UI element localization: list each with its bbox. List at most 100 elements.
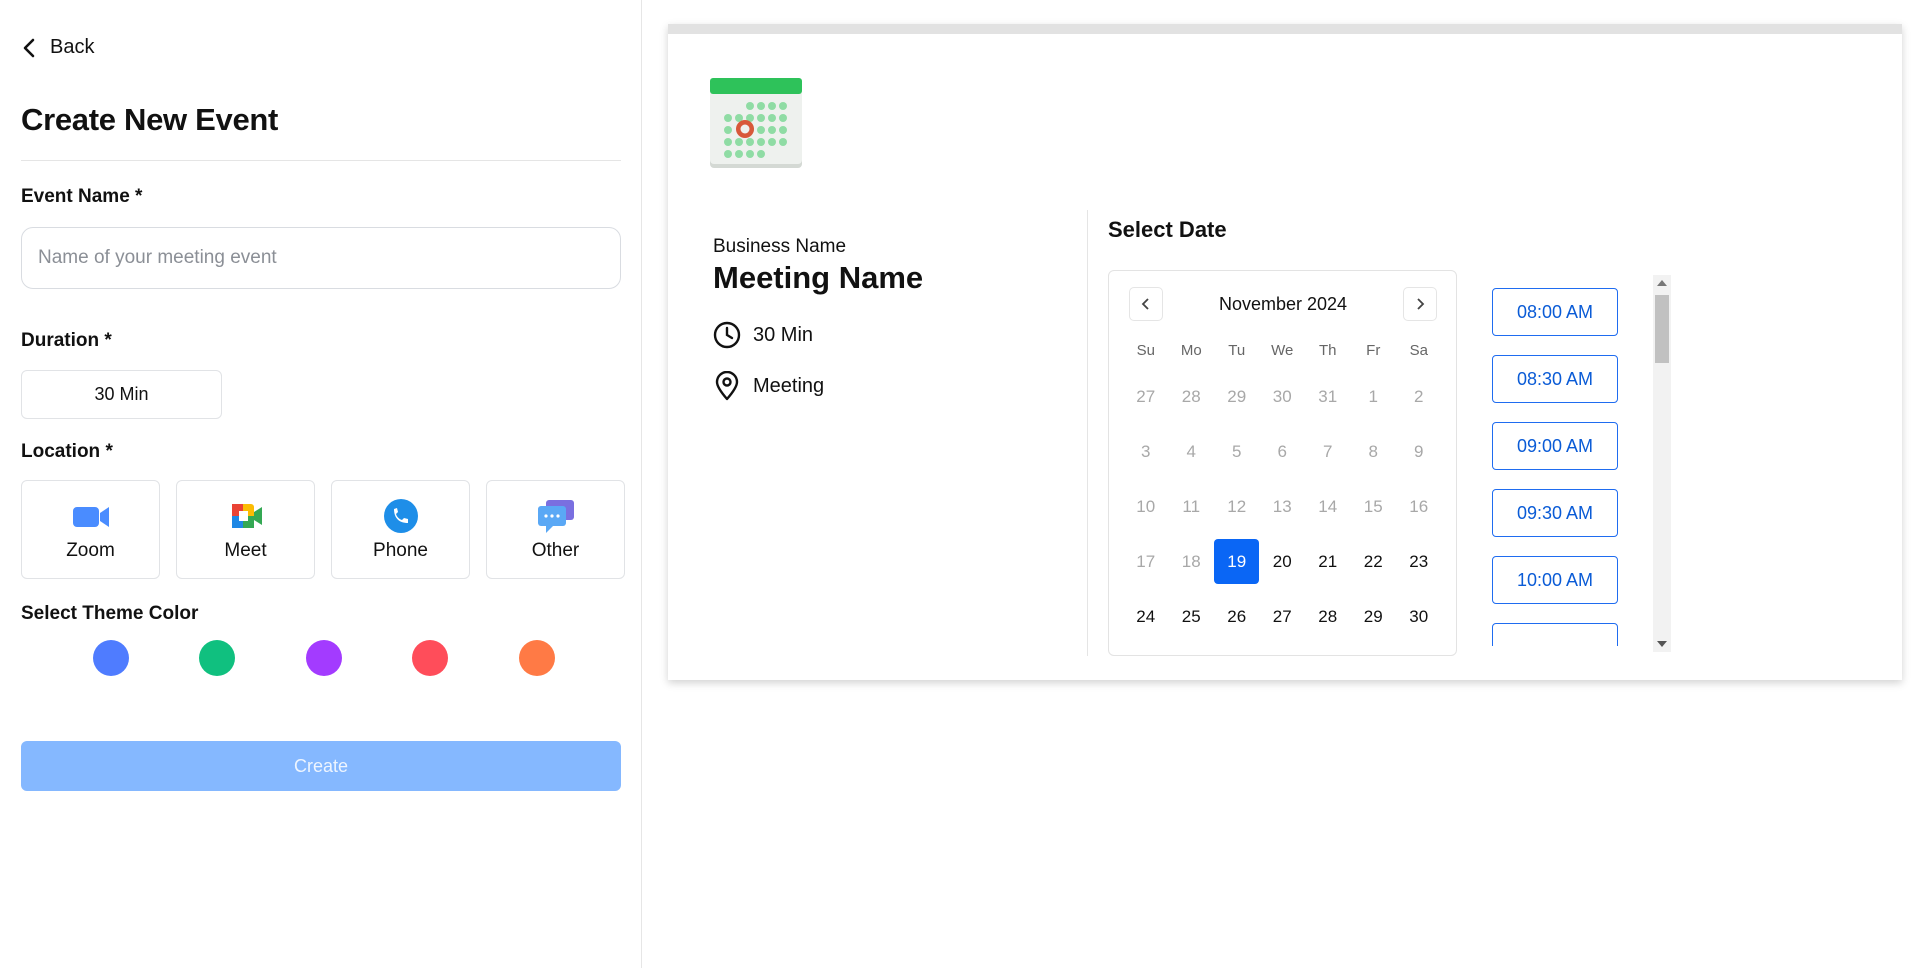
weekday-label: Mo	[1180, 342, 1202, 359]
location-info: Meeting	[713, 371, 824, 401]
calendar-day-disabled: 3	[1141, 442, 1151, 461]
calendar-grid: Su Mo Tu We Th Fr Sa 27 28 29 30 31 1 2 3 4 5 6 7 8 9 10 11 12…	[1123, 333, 1443, 644]
clock-icon	[713, 321, 741, 349]
location-label-zoom: Zoom	[66, 539, 115, 561]
time-slot-button[interactable]: 09:30 AM	[1492, 489, 1618, 537]
calendar-week-row: 3 4 5 6 7 8 9	[1123, 424, 1443, 479]
time-slot-list[interactable]: 08:00 AM 08:30 AM 09:00 AM 09:30 AM 10:00 AM	[1489, 288, 1649, 646]
calendar-day-disabled: 5	[1232, 442, 1242, 461]
chat-bubbles-icon	[537, 499, 574, 533]
chevron-right-icon	[1417, 298, 1425, 310]
page-title: Create New Event	[21, 102, 279, 137]
location-option-zoom[interactable]: Zoom	[21, 480, 160, 579]
scroll-up-arrow-icon[interactable]	[1657, 280, 1667, 286]
duration-info: 30 Min	[713, 321, 813, 349]
calendar-day-disabled: 16	[1409, 497, 1429, 516]
weekday-header: Su Mo Tu We Th Fr Sa	[1123, 333, 1443, 369]
location-label-phone: Phone	[373, 539, 428, 561]
chevron-left-icon	[1141, 298, 1149, 310]
calendar-day[interactable]: 22	[1351, 534, 1397, 589]
event-name-label: Event Name *	[21, 186, 143, 207]
time-slot-button[interactable]: 09:00 AM	[1492, 422, 1618, 470]
duration-select[interactable]: 30 Min	[21, 370, 222, 419]
theme-color-blue[interactable]	[93, 640, 129, 676]
weekday-label: Sa	[1409, 342, 1428, 359]
calendar-day-disabled: 30	[1272, 387, 1292, 406]
calendar-week-row: 10 11 12 13 14 15 16	[1123, 479, 1443, 534]
theme-color-green[interactable]	[199, 640, 235, 676]
select-date-label: Select Date	[1108, 217, 1227, 242]
chevron-left-icon	[23, 38, 35, 57]
theme-color-orange[interactable]	[519, 640, 555, 676]
theme-color-label: Select Theme Color	[21, 603, 199, 624]
back-button[interactable]: Back	[22, 36, 94, 59]
prev-month-button[interactable]	[1129, 287, 1163, 321]
calendar-day-disabled: 31	[1318, 387, 1338, 406]
calendar-logo-icon	[710, 78, 802, 168]
calendar-day-disabled: 2	[1414, 387, 1424, 406]
theme-color-purple[interactable]	[306, 640, 342, 676]
event-preview-card: Business Name Meeting Name 30 Min Meetin…	[668, 24, 1902, 680]
create-button[interactable]: Create	[21, 741, 621, 791]
calendar-day-disabled: 8	[1368, 442, 1378, 461]
time-slot-button[interactable]: 08:30 AM	[1492, 355, 1618, 403]
divider	[21, 160, 621, 161]
calendar-day[interactable]: 27	[1260, 589, 1306, 644]
calendar-day-disabled: 6	[1277, 442, 1287, 461]
calendar-day-disabled: 12	[1227, 497, 1247, 516]
scrollbar-thumb[interactable]	[1655, 295, 1669, 363]
location-option-other[interactable]: Other	[486, 480, 625, 579]
calendar: November 2024 Su Mo Tu We Th Fr Sa 27 28 29 30 31 1…	[1108, 270, 1457, 656]
business-name: Business Name	[713, 236, 847, 257]
calendar-day-disabled: 9	[1414, 442, 1424, 461]
calendar-day[interactable]: 29	[1351, 589, 1397, 644]
weekday-label: We	[1271, 342, 1294, 359]
calendar-day-disabled: 18	[1181, 552, 1201, 571]
event-name-input[interactable]	[21, 227, 621, 289]
time-slot-scrollbar[interactable]	[1653, 275, 1671, 652]
calendar-day-disabled: 7	[1323, 442, 1333, 461]
calendar-day-disabled: 27	[1136, 387, 1156, 406]
weekday-label: Fr	[1366, 342, 1381, 359]
calendar-day[interactable]: 23	[1396, 534, 1442, 589]
calendar-day-disabled: 15	[1363, 497, 1383, 516]
google-meet-icon	[231, 503, 262, 528]
calendar-day[interactable]: 21	[1305, 534, 1351, 589]
calendar-week-row: 17 18 19 20 21 22 23	[1123, 534, 1443, 589]
calendar-week-row: 24 25 26 27 28 29 30	[1123, 589, 1443, 644]
time-slot-button[interactable]: 10:00 AM	[1492, 556, 1618, 604]
calendar-day-disabled: 10	[1136, 497, 1156, 516]
calendar-day[interactable]: 25	[1169, 589, 1215, 644]
location-option-meet[interactable]: Meet	[176, 480, 315, 579]
calendar-day[interactable]: 26	[1214, 589, 1260, 644]
calendar-day-disabled: 1	[1368, 387, 1378, 406]
calendar-day-disabled: 11	[1182, 497, 1201, 516]
meeting-name: Meeting Name	[713, 260, 924, 295]
month-label: November 2024	[1218, 293, 1348, 314]
weekday-label: Tu	[1228, 342, 1246, 359]
weekday-label: Su	[1136, 342, 1155, 359]
event-form-panel: Back Create New Event Event Name * Durat…	[0, 0, 642, 968]
location-pin-icon	[715, 371, 739, 401]
duration-text: 30 Min	[753, 323, 814, 346]
scroll-down-arrow-icon[interactable]	[1657, 641, 1667, 647]
location-label-meet: Meet	[224, 539, 267, 561]
calendar-day[interactable]: 30	[1396, 589, 1442, 644]
calendar-weeks: 27 28 29 30 31 1 2 3 4 5 6 7 8 9 10 11 12 13 14 15 16 17 18 19 2…	[1123, 369, 1443, 644]
calendar-day-selected[interactable]: 19	[1214, 534, 1260, 589]
calendar-day-disabled: 17	[1136, 552, 1156, 571]
calendar-day[interactable]: 20	[1260, 534, 1306, 589]
next-month-button[interactable]	[1402, 287, 1437, 321]
calendar-header: November 2024	[1129, 287, 1437, 321]
weekday-label: Th	[1318, 342, 1337, 359]
time-slot-button[interactable]: 08:00 AM	[1492, 288, 1618, 336]
calendar-day[interactable]: 24	[1123, 589, 1169, 644]
theme-color-red[interactable]	[412, 640, 448, 676]
duration-label: Duration *	[21, 330, 112, 351]
phone-icon	[383, 498, 418, 533]
location-option-phone[interactable]: Phone	[331, 480, 470, 579]
calendar-day[interactable]: 28	[1305, 589, 1351, 644]
back-label: Back	[50, 36, 95, 58]
calendar-day-disabled: 13	[1272, 497, 1292, 516]
time-slot-button[interactable]	[1492, 623, 1618, 646]
